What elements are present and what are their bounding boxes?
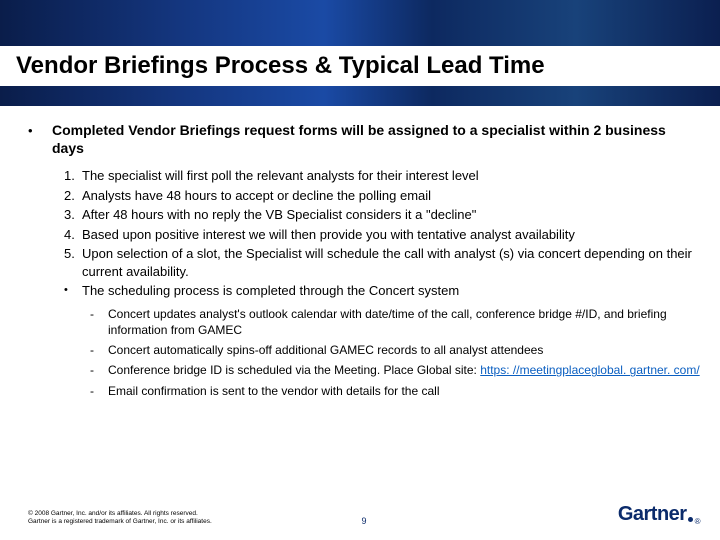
sub-bullet-text: The scheduling process is completed thro… (82, 282, 700, 300)
dash-text: Concert updates analyst's outlook calend… (108, 306, 700, 338)
list-item: 4. Based upon positive interest we will … (64, 226, 700, 244)
list-item: - Concert updates analyst's outlook cale… (90, 306, 700, 338)
step-text: After 48 hours with no reply the VB Spec… (82, 206, 700, 224)
list-item: - Conference bridge ID is scheduled via … (90, 362, 700, 378)
dash-marker: - (90, 383, 108, 399)
dash-text: Email confirmation is sent to the vendor… (108, 383, 700, 399)
dash-text: Concert automatically spins-off addition… (108, 342, 700, 358)
list-item: 3. After 48 hours with no reply the VB S… (64, 206, 700, 224)
logo-text: Gartner (618, 503, 687, 526)
dash-marker: - (90, 306, 108, 338)
numbered-list: 1. The specialist will first poll the re… (64, 167, 700, 300)
footer: © 2008 Gartner, Inc. and/or its affiliat… (28, 498, 700, 526)
title-underline (0, 86, 720, 106)
bullet-marker: • (28, 122, 52, 157)
dash-marker: - (90, 362, 108, 378)
list-item: 1. The specialist will first poll the re… (64, 167, 700, 185)
page-number: 9 (361, 516, 366, 526)
dash-list: - Concert updates analyst's outlook cale… (90, 306, 700, 399)
bridge-link[interactable]: https: //meetingplaceglobal. gartner. co… (480, 363, 699, 377)
copyright-line1: © 2008 Gartner, Inc. and/or its affiliat… (28, 510, 212, 518)
num-marker: 5. (64, 245, 82, 280)
step-text: The specialist will first poll the relev… (82, 167, 700, 185)
list-item: 5. Upon selection of a slot, the Special… (64, 245, 700, 280)
copyright: © 2008 Gartner, Inc. and/or its affiliat… (28, 510, 212, 526)
gartner-logo: Gartner ® (618, 503, 700, 526)
lead-text: Completed Vendor Briefings request forms… (52, 122, 700, 157)
list-item: - Email confirmation is sent to the vend… (90, 383, 700, 399)
list-item: 2. Analysts have 48 hours to accept or d… (64, 187, 700, 205)
list-item: - Concert automatically spins-off additi… (90, 342, 700, 358)
num-marker: 2. (64, 187, 82, 205)
step-text: Analysts have 48 hours to accept or decl… (82, 187, 700, 205)
logo-dot-icon (688, 517, 693, 522)
step-text: Upon selection of a slot, the Specialist… (82, 245, 700, 280)
copyright-line2: Gartner is a registered trademark of Gar… (28, 518, 212, 526)
dash-prefix: Conference bridge ID is scheduled via th… (108, 363, 480, 377)
dash-text-with-link: Conference bridge ID is scheduled via th… (108, 362, 700, 378)
bullet-marker: • (64, 282, 82, 300)
step-text: Based upon positive interest we will the… (82, 226, 700, 244)
content-area: • Completed Vendor Briefings request for… (28, 122, 700, 403)
list-item: • The scheduling process is completed th… (64, 282, 700, 300)
num-marker: 1. (64, 167, 82, 185)
header-band (0, 0, 720, 46)
dash-marker: - (90, 342, 108, 358)
registered-mark: ® (695, 517, 700, 526)
num-marker: 4. (64, 226, 82, 244)
num-marker: 3. (64, 206, 82, 224)
page-title: Vendor Briefings Process & Typical Lead … (16, 52, 704, 80)
lead-bullet: • Completed Vendor Briefings request for… (28, 122, 700, 157)
